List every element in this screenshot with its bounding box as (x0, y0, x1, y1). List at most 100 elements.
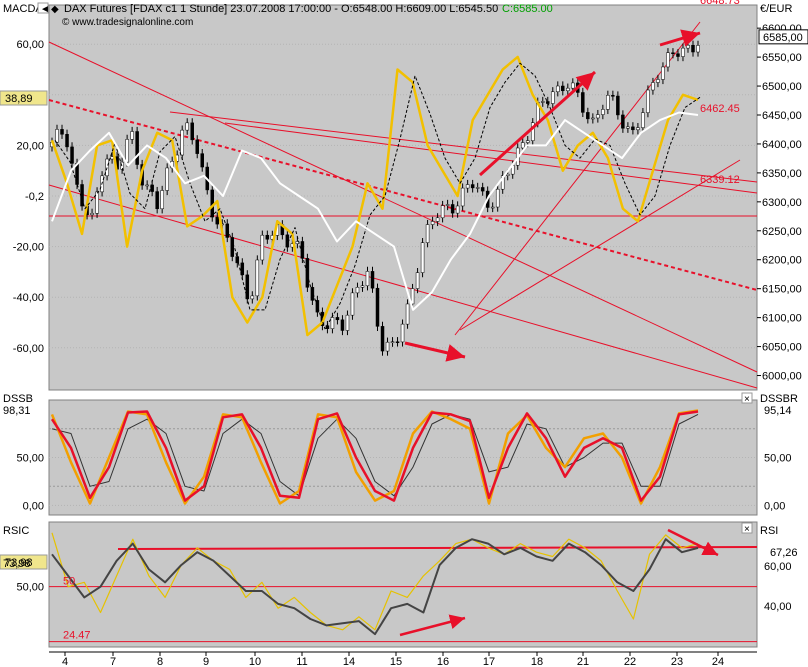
x-tick-label: 21 (577, 656, 589, 667)
close-icon: × (744, 524, 750, 535)
right-tick-label: 6500,00 (762, 81, 802, 93)
chart-title: DAX Futures [FDAX c1 1 Stunde] 23.07.200… (64, 3, 498, 15)
candle-body (636, 127, 640, 131)
candle-body (681, 47, 685, 57)
candle-body (480, 187, 485, 192)
candle-body (676, 53, 680, 57)
candle-body (440, 205, 445, 219)
candle-body (405, 303, 410, 325)
x-tick-label: 22 (624, 656, 636, 667)
candle-body (646, 89, 650, 113)
candle-body (70, 146, 74, 164)
current-price-value: 6585,00 (763, 32, 803, 44)
currency-label: €/EUR (760, 3, 792, 15)
candle-body (626, 126, 630, 129)
current-macd-value: 38,89 (5, 93, 33, 105)
candle-body (200, 153, 204, 168)
candle-body (455, 205, 460, 214)
x-tick-label: 11 (296, 656, 307, 667)
candle-body (400, 323, 405, 343)
rsi-low-label: 24.47 (63, 630, 91, 642)
candle-body (460, 187, 465, 207)
candle-body (525, 140, 530, 143)
candle-body (335, 317, 340, 321)
right-tick-label: 6000,00 (762, 371, 802, 383)
right-tick-label: 6200,00 (762, 255, 802, 267)
rsic-value: 73,98 (3, 558, 31, 570)
candle-body (380, 326, 385, 352)
candle-body (375, 287, 380, 327)
candle-body (430, 221, 435, 225)
candle-body (180, 129, 184, 156)
candle-body (475, 187, 480, 189)
right-tick-label: 6550,00 (762, 52, 802, 64)
x-tick-label: 16 (437, 656, 449, 667)
dssb-label: DSSB (3, 393, 33, 405)
left-tick-label: 60,00 (16, 39, 44, 51)
candle-body (160, 190, 164, 210)
left-tick-label: -40,00 (13, 292, 44, 304)
candle-body (350, 292, 355, 316)
candle-body (190, 122, 194, 141)
dssb-left-tick: 0,00 (23, 500, 44, 512)
right-tick-label: 6150,00 (762, 284, 802, 296)
candle-body (435, 217, 440, 222)
candle-body (656, 79, 660, 83)
candle-body (651, 82, 655, 91)
rsi-50-label: 50 (63, 576, 75, 588)
x-tick-label: 9 (203, 656, 209, 667)
candle-body (631, 126, 635, 131)
dssb-left-tick: 50,00 (16, 453, 44, 465)
candle-body (245, 274, 250, 300)
candle-body (305, 258, 310, 288)
candle-body (586, 112, 590, 120)
candle-body (425, 224, 430, 243)
right-tick-label: 6300,00 (762, 197, 802, 209)
candle-body (55, 129, 59, 143)
rsic-label: RSIC (3, 525, 29, 537)
candle-body (345, 314, 350, 331)
candle-body (696, 45, 700, 53)
candle-body (581, 92, 585, 113)
x-axis: 4 7 8 9 10 11 14 15 16 17 18 21 22 23 24 (49, 651, 757, 667)
candle-body (195, 139, 199, 154)
candle-body (420, 242, 425, 273)
candle-body (551, 91, 555, 104)
x-tick-label: 15 (390, 656, 402, 667)
candle-body (355, 287, 360, 294)
chevron-left-icon: ◄ (40, 4, 50, 15)
candle-body (691, 45, 695, 53)
candle-body (390, 341, 395, 343)
x-tick-label: 8 (157, 656, 163, 667)
candle-body (495, 188, 500, 208)
dssb-panel: 50,00 50,00 0,00 0,00 DSSB 98,31 DSSBR 95,1… (3, 392, 798, 516)
candle-body (370, 271, 375, 289)
candle-body (330, 317, 335, 329)
x-tick-label: 17 (483, 656, 495, 667)
rsic-left-tick: 50,00 (16, 582, 44, 594)
candle-body (125, 139, 129, 163)
candle-body (686, 45, 690, 49)
candle-body (520, 142, 525, 149)
price-annotation: 6339.12 (700, 174, 740, 186)
candle-body (165, 167, 169, 191)
rsi-right-tick: 60,00 (764, 561, 792, 573)
chart-settings-icon[interactable]: ◆ (51, 4, 59, 15)
candle-body (596, 114, 600, 119)
left-tick-label: -0,2 (25, 191, 44, 203)
rsi-right-tick: 40,00 (764, 601, 792, 613)
right-tick-label: 6400,00 (762, 139, 802, 151)
candle-body (395, 341, 400, 343)
left-tick-label: -20,00 (13, 242, 44, 254)
candle-body (541, 101, 545, 103)
dssb-right-tick: 0,00 (764, 500, 785, 512)
candle-body (616, 95, 620, 116)
rsi-value: 67,26 (770, 547, 798, 559)
x-tick-label: 24 (712, 656, 724, 667)
left-tick-label: 20,00 (16, 140, 44, 152)
price-annotation: 6648.73 (700, 0, 740, 7)
candle-body (490, 206, 495, 209)
candle-body (365, 271, 370, 287)
candle-body (65, 134, 69, 148)
candle-body (110, 156, 114, 160)
